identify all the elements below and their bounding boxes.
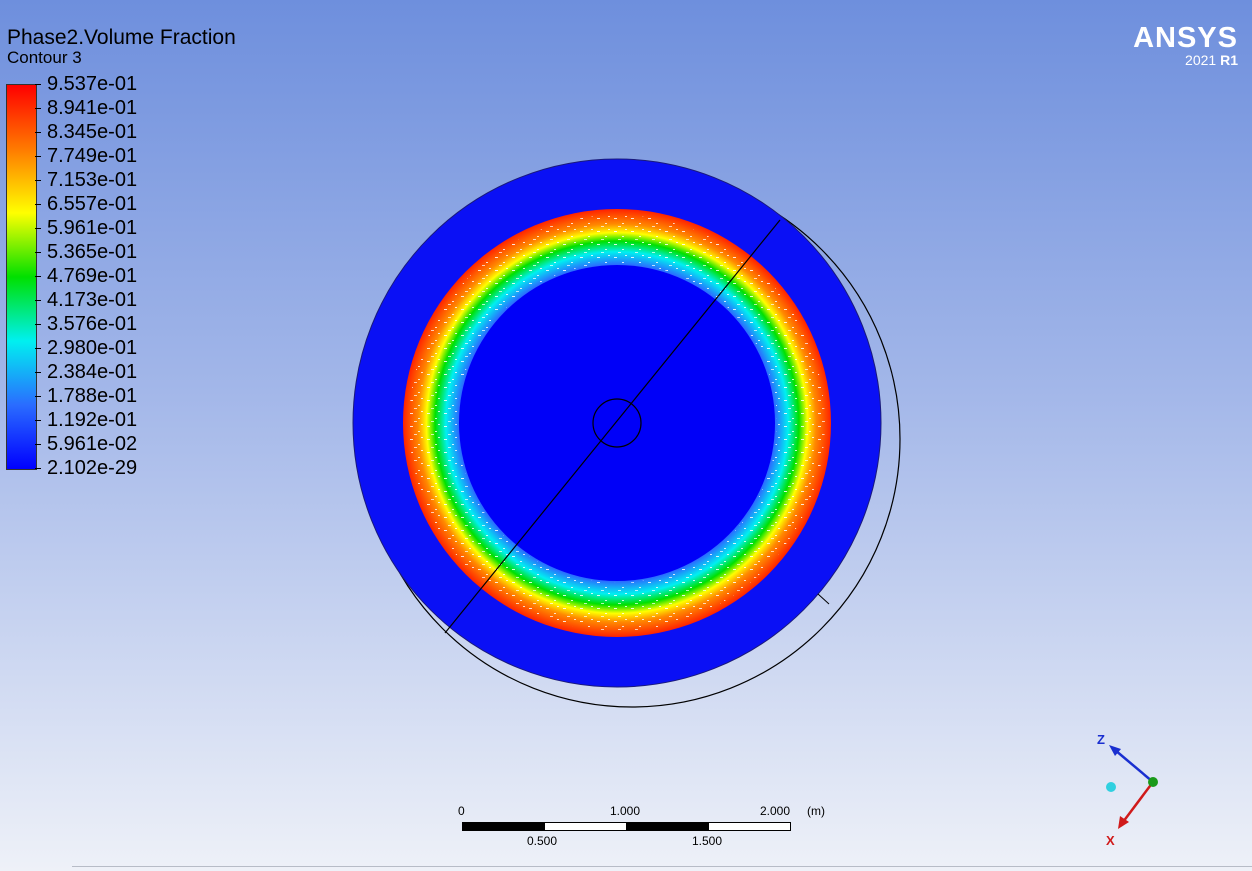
color-legend-bar <box>6 84 37 470</box>
logo-release: R1 <box>1220 52 1238 68</box>
legend-tick <box>35 252 41 253</box>
contour-viewport[interactable] <box>340 150 920 720</box>
legend-label: 8.941e-01 <box>47 97 138 119</box>
contour-subtitle: Contour 3 <box>7 48 82 67</box>
y-axis-origin-icon <box>1148 777 1158 787</box>
legend-tick <box>35 468 41 469</box>
scale-label-1500: 1.500 <box>692 834 723 848</box>
legend-label: 8.345e-01 <box>47 121 138 143</box>
legend-tick <box>35 180 41 181</box>
legend-label: 9.537e-01 <box>47 73 138 95</box>
x-axis-label: X <box>1106 833 1115 848</box>
legend-tick <box>35 348 41 349</box>
legend-label: 7.749e-01 <box>47 145 138 167</box>
legend-label: 4.173e-01 <box>47 289 138 311</box>
z-axis-line <box>1114 749 1154 783</box>
scale-label-2000: 2.000 <box>760 804 791 818</box>
legend-tick <box>35 300 41 301</box>
view-point-icon <box>1106 782 1116 792</box>
legend-label: 5.365e-01 <box>47 241 138 263</box>
legend-tick <box>35 132 41 133</box>
inner-blue-region <box>459 265 775 581</box>
legend-label: 2.980e-01 <box>47 337 138 359</box>
ansys-logo: ANSYS 2021 R1 <box>1133 22 1238 68</box>
legend-label: 1.788e-01 <box>47 385 138 407</box>
bottom-divider <box>72 866 1252 867</box>
scale-unit: (m) <box>807 804 825 818</box>
x-axis-line <box>1122 781 1154 823</box>
legend-tick <box>35 276 41 277</box>
legend-label: 2.102e-29 <box>47 457 138 479</box>
legend-tick <box>35 228 41 229</box>
axis-triad[interactable]: Z X <box>1085 725 1175 850</box>
legend-label: 5.961e-02 <box>47 433 138 455</box>
legend-label: 7.153e-01 <box>47 169 138 191</box>
logo-brand: ANSYS <box>1133 22 1238 54</box>
z-axis-label: Z <box>1097 732 1105 747</box>
scale-label-1000: 1.000 <box>610 804 641 818</box>
legend-tick <box>35 204 41 205</box>
legend-label: 4.769e-01 <box>47 265 138 287</box>
legend-tick <box>35 108 41 109</box>
legend-label: 2.384e-01 <box>47 361 138 383</box>
legend-label: 3.576e-01 <box>47 313 138 335</box>
legend-tick <box>35 84 41 85</box>
legend-label: 1.192e-01 <box>47 409 138 431</box>
legend-tick <box>35 156 41 157</box>
legend-tick <box>35 396 41 397</box>
contour-title: Phase2.Volume Fraction <box>7 26 236 49</box>
scale-bar-graphic <box>462 822 791 831</box>
scale-label-0500: 0.500 <box>527 834 558 848</box>
legend-label: 6.557e-01 <box>47 193 138 215</box>
legend-label: 5.961e-01 <box>47 217 138 239</box>
legend-tick <box>35 372 41 373</box>
legend-tick <box>35 444 41 445</box>
logo-version: 2021 R1 <box>1133 53 1238 67</box>
scale-label-0: 0 <box>458 804 465 818</box>
outline-notch <box>817 593 830 605</box>
legend-tick <box>35 420 41 421</box>
legend-tick <box>35 324 41 325</box>
logo-year: 2021 <box>1185 52 1217 68</box>
